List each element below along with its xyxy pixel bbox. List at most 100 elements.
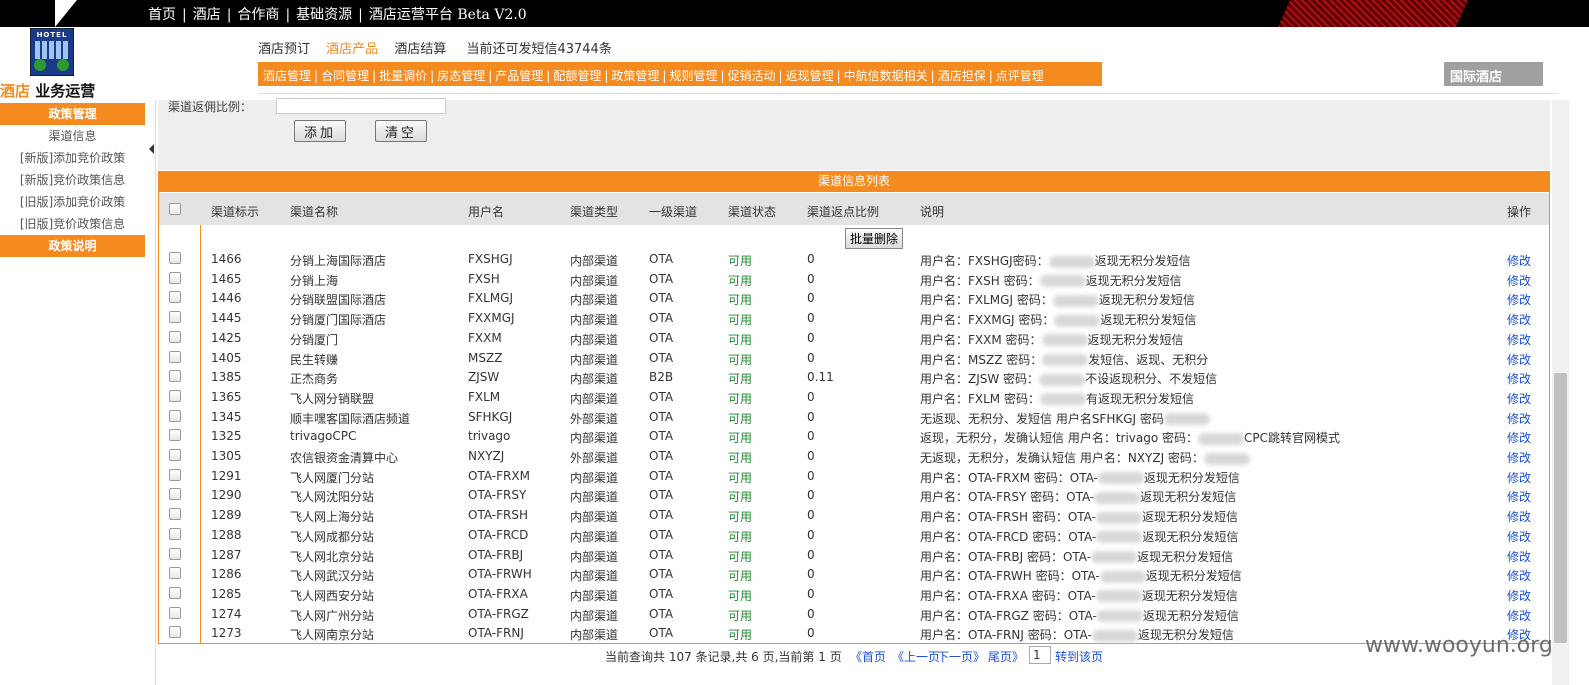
cell-channel-status: 可用 [728, 372, 753, 387]
sidebar-collapse[interactable] [146, 100, 156, 685]
table-row: 1305 农信银资金清算中心 NXYZJ 外部渠道 OTA 可用 0 无返现，无积分，发确认短… [159, 447, 1549, 467]
cell-level1-channel: OTA [649, 389, 674, 404]
edit-link[interactable]: 修改 [1507, 449, 1531, 466]
edit-link[interactable]: 修改 [1507, 272, 1531, 289]
edit-link[interactable]: 修改 [1507, 528, 1531, 545]
sidebar-item-old-bid-info[interactable]: [旧版]竞价政策信息 [0, 213, 145, 235]
cell-channel-type: 外部渠道 [570, 451, 619, 465]
batch-delete-button[interactable]: 批量删除 [845, 228, 904, 249]
pager-last[interactable]: 尾页》 [988, 648, 1024, 665]
top-nav-hotel[interactable]: 酒店 [193, 7, 221, 23]
menu-item[interactable]: 规则管理 [669, 69, 717, 83]
collapse-arrow-icon[interactable] [149, 144, 154, 154]
channel-form: 渠道返佣比例： 添加 清空 [158, 98, 1550, 170]
sidebar-header[interactable]: 政策管理 [0, 103, 145, 125]
top-bar: 首页 | 酒店 | 合作商 | 基础资源 | 酒店运营平台 Beta V2.0 [0, 0, 1589, 27]
row-checkbox[interactable] [169, 567, 181, 580]
cell-username: trivago [468, 429, 511, 444]
scrollbar-thumb[interactable] [1554, 373, 1567, 643]
row-checkbox[interactable] [169, 370, 181, 383]
edit-link[interactable]: 修改 [1507, 410, 1531, 427]
edit-link[interactable]: 修改 [1507, 469, 1531, 486]
subnav-settlement[interactable]: 酒店结算 [394, 42, 446, 57]
cell-description: 用户名：ZJSW 密码： 不设返现积分、不发短信 [920, 370, 1217, 387]
edit-link[interactable]: 修改 [1507, 390, 1531, 407]
edit-link[interactable]: 修改 [1507, 370, 1531, 387]
international-hotel-tab[interactable]: 国际酒店 [1444, 62, 1543, 86]
sidebar-footer-policy-notes[interactable]: 政策说明 [0, 235, 145, 257]
sidebar-item-new-bid-info[interactable]: [新版]竞价政策信息 [0, 169, 145, 191]
menu-item[interactable]: 合同管理 [321, 69, 369, 83]
edit-link[interactable]: 修改 [1507, 311, 1531, 328]
sidebar-item-new-add-bid[interactable]: [新版]添加竞价政策 [0, 147, 145, 169]
top-nav-platform[interactable]: 酒店运营平台 Beta V2.0 [369, 7, 527, 23]
menu-item[interactable]: 产品管理 [495, 69, 543, 83]
row-checkbox[interactable] [169, 527, 181, 540]
sidebar-item-channel-info[interactable]: 渠道信息 [0, 125, 145, 147]
row-checkbox[interactable] [169, 252, 181, 264]
edit-link[interactable]: 修改 [1507, 429, 1531, 446]
row-checkbox[interactable] [169, 468, 181, 481]
redacted-password [1095, 511, 1142, 524]
row-checkbox[interactable] [169, 626, 181, 639]
edit-link[interactable]: 修改 [1507, 331, 1531, 348]
row-checkbox[interactable] [169, 508, 181, 521]
row-checkbox[interactable] [169, 311, 181, 324]
edit-link[interactable]: 修改 [1507, 548, 1531, 565]
top-nav-home[interactable]: 首页 [148, 7, 176, 23]
menu-item[interactable]: 房态管理 [437, 69, 485, 83]
add-button[interactable]: 添加 [294, 120, 346, 142]
cell-username: OTA-FRSY [468, 488, 527, 503]
row-checkbox[interactable] [169, 488, 181, 501]
row-checkbox[interactable] [169, 350, 181, 363]
row-checkbox[interactable] [169, 409, 181, 422]
row-checkbox[interactable] [169, 606, 181, 619]
menu-item[interactable]: 配额管理 [553, 69, 601, 83]
row-checkbox[interactable] [169, 429, 181, 442]
row-checkbox[interactable] [169, 547, 181, 560]
menu-item[interactable]: 酒店担保 [938, 69, 986, 83]
edit-link[interactable]: 修改 [1507, 508, 1531, 525]
edit-link[interactable]: 修改 [1507, 488, 1531, 505]
sidebar-item-old-add-bid[interactable]: [旧版]添加竞价政策 [0, 191, 145, 213]
row-checkbox[interactable] [169, 291, 181, 304]
row-checkbox[interactable] [169, 389, 181, 402]
menu-item[interactable]: 中航信数据相关 [844, 69, 928, 83]
cell-channel-name: 分销联盟国际酒店 [290, 293, 387, 308]
menu-item[interactable]: 点评管理 [996, 69, 1044, 83]
description-note: CPC跳转官网模式 [1244, 431, 1341, 446]
menu-item[interactable]: 返现管理 [786, 69, 834, 83]
pager-next[interactable]: 下一页》 [937, 648, 985, 665]
cell-channel-id: 1365 [211, 389, 242, 404]
select-all-checkbox[interactable] [169, 203, 181, 215]
redacted-password [1099, 570, 1146, 583]
page-number-input[interactable]: 1 [1029, 646, 1051, 664]
edit-link[interactable]: 修改 [1507, 607, 1531, 624]
rebate-ratio-input[interactable] [276, 98, 446, 114]
clear-button[interactable]: 清空 [375, 120, 427, 142]
pager-first[interactable]: 《首页 [850, 648, 886, 665]
edit-link[interactable]: 修改 [1507, 351, 1531, 368]
row-checkbox[interactable] [169, 586, 181, 599]
top-nav-partner[interactable]: 合作商 [237, 7, 279, 23]
edit-link[interactable]: 修改 [1507, 587, 1531, 604]
menu-item[interactable]: 批量调价 [379, 69, 427, 83]
pager-prev[interactable]: 《上一页 [892, 648, 940, 665]
cell-channel-status: 可用 [728, 254, 753, 268]
description-text: 返现，无积分，发确认短信 用户名：trivago 密码： [920, 431, 1199, 446]
menu-item[interactable]: 政策管理 [611, 69, 659, 83]
top-nav-resources[interactable]: 基础资源 [296, 7, 352, 23]
edit-link[interactable]: 修改 [1507, 291, 1531, 308]
row-checkbox[interactable] [169, 449, 181, 461]
subnav-booking[interactable]: 酒店预订 [258, 42, 310, 57]
menu-item[interactable]: 促销活动 [728, 69, 776, 83]
subnav-product[interactable]: 酒店产品 [326, 42, 378, 57]
menu-item[interactable]: 酒店管理 [263, 69, 311, 83]
cell-channel-id: 1446 [211, 291, 242, 306]
description-text: 无返现、无积分、发短信 用户名SFHKGJ 密码 [920, 411, 1164, 426]
edit-link[interactable]: 修改 [1507, 252, 1531, 269]
row-checkbox[interactable] [169, 271, 181, 284]
edit-link[interactable]: 修改 [1507, 567, 1531, 584]
row-checkbox[interactable] [169, 330, 181, 343]
pager-go[interactable]: 转到该页 [1055, 648, 1103, 665]
